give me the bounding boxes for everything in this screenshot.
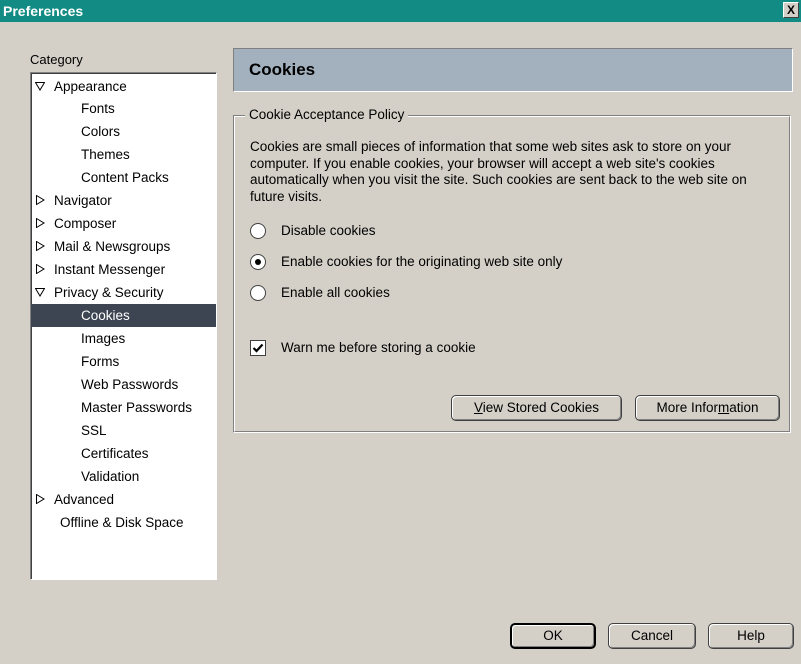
sidebar-item-label: Privacy & Security <box>54 285 164 300</box>
more-information-button[interactable]: More Information <box>635 395 780 421</box>
sidebar-item[interactable]: Themes <box>31 143 216 166</box>
sidebar-item[interactable]: Images <box>31 327 216 350</box>
cookie-description: Cookies are small pieces of information … <box>250 139 747 204</box>
twisty-collapsed-icon[interactable] <box>35 195 45 205</box>
sidebar-item[interactable]: Master Passwords <box>31 396 216 419</box>
close-button[interactable]: X <box>783 2 799 18</box>
sidebar-item-label: Validation <box>81 469 140 484</box>
sidebar-item-label: Cookies <box>81 308 130 323</box>
radio-button[interactable] <box>250 254 266 270</box>
sidebar-item-label: Advanced <box>54 492 115 507</box>
panel-title: Cookies <box>249 60 316 79</box>
sidebar-item-label: Certificates <box>81 446 149 461</box>
sidebar-item[interactable]: Forms <box>31 350 216 373</box>
cancel-button[interactable]: Cancel <box>608 623 696 649</box>
help-button[interactable]: Help <box>708 623 794 649</box>
sidebar-item[interactable]: Cookies <box>31 304 216 327</box>
button-text: iew Stored Cookies <box>482 400 600 415</box>
radio-label: Enable cookies for the originating web s… <box>281 254 563 269</box>
accesskey-char: m <box>718 400 730 415</box>
sidebar-item-label: Images <box>81 331 126 346</box>
category-label: Category <box>30 52 83 67</box>
sidebar-item-label: Mail & Newsgroups <box>54 239 171 254</box>
sidebar-item[interactable]: Navigator <box>31 189 216 212</box>
panel-header: Cookies <box>233 48 793 92</box>
radio-label: Disable cookies <box>281 223 376 238</box>
checkmark-icon <box>252 343 264 353</box>
ok-button[interactable]: OK <box>510 623 596 649</box>
sidebar-item[interactable]: Advanced <box>31 488 216 511</box>
sidebar-item[interactable]: Composer <box>31 212 216 235</box>
sidebar-item-label: Instant Messenger <box>54 262 166 277</box>
twisty-expanded-icon[interactable] <box>35 81 45 91</box>
sidebar-item-label: SSL <box>81 423 107 438</box>
radio-button[interactable] <box>250 285 266 301</box>
sidebar-item[interactable]: Content Packs <box>31 166 216 189</box>
window-title: Preferences <box>3 3 84 19</box>
sidebar-item[interactable]: Certificates <box>31 442 216 465</box>
category-tree[interactable]: Appearance Fonts Colors Themes Content Packs… <box>30 72 217 580</box>
sidebar-item[interactable]: Privacy & Security <box>31 281 216 304</box>
sidebar-item-label: Themes <box>81 147 130 162</box>
sidebar-item-label: Master Passwords <box>81 400 193 415</box>
sidebar-item[interactable]: Colors <box>31 120 216 143</box>
radio-label: Enable all cookies <box>281 285 390 300</box>
warn-checkbox-label: Warn me before storing a cookie <box>281 340 476 355</box>
radio-button[interactable] <box>250 223 266 239</box>
title-bar: Preferences X <box>0 0 801 22</box>
sidebar-item[interactable]: Web Passwords <box>31 373 216 396</box>
twisty-collapsed-icon[interactable] <box>35 494 45 504</box>
sidebar-item-label: Offline & Disk Space <box>60 515 184 530</box>
sidebar-item-label: Fonts <box>81 101 115 116</box>
button-text: More Infor <box>656 400 718 415</box>
sidebar-item[interactable]: SSL <box>31 419 216 442</box>
sidebar-item-label: Colors <box>81 124 121 139</box>
sidebar-item-label: Composer <box>54 216 117 231</box>
accesskey-char: V <box>473 400 483 415</box>
twisty-collapsed-icon[interactable] <box>35 241 45 251</box>
sidebar-item[interactable]: Offline & Disk Space <box>31 511 216 534</box>
sidebar-item[interactable]: Mail & Newsgroups <box>31 235 216 258</box>
sidebar-item[interactable]: Appearance <box>31 75 216 98</box>
twisty-collapsed-icon[interactable] <box>35 218 45 228</box>
warn-checkbox[interactable] <box>250 340 266 356</box>
sidebar-item-label: Content Packs <box>81 170 169 185</box>
twisty-collapsed-icon[interactable] <box>35 264 45 274</box>
sidebar-item[interactable]: Fonts <box>31 97 216 120</box>
sidebar-item-label: Appearance <box>54 79 127 94</box>
sidebar-item-label: Web Passwords <box>81 377 179 392</box>
button-text: ation <box>729 400 759 415</box>
view-stored-cookies-button[interactable]: View Stored Cookies <box>451 395 622 421</box>
twisty-expanded-icon[interactable] <box>35 287 45 297</box>
sidebar-item[interactable]: Validation <box>31 465 216 488</box>
sidebar-item[interactable]: Instant Messenger <box>31 258 216 281</box>
sidebar-item-label: Forms <box>81 354 120 369</box>
group-label: Cookie Acceptance Policy <box>245 107 409 122</box>
sidebar-item-label: Navigator <box>54 193 112 208</box>
